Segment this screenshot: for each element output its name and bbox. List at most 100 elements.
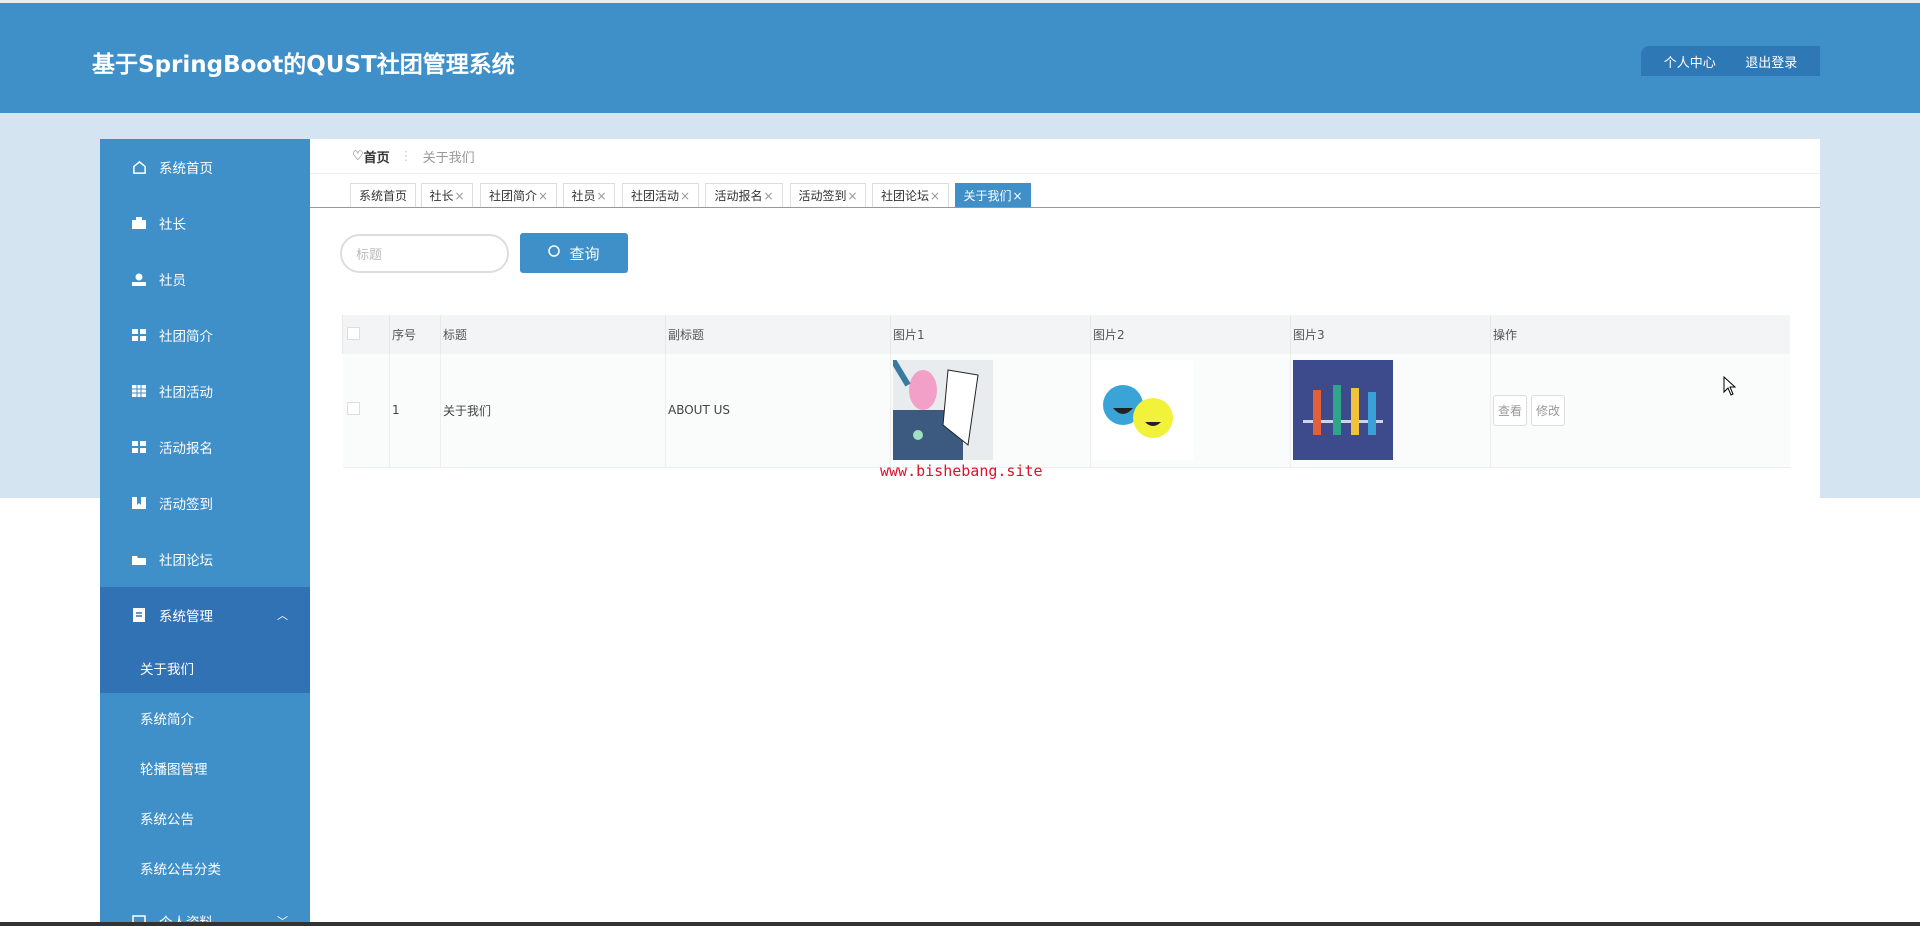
tab-forum[interactable]: 社团论坛× <box>872 183 949 207</box>
column-header: 操作 <box>1491 315 1791 354</box>
team-image <box>1293 360 1393 460</box>
sidebar-item-forum[interactable]: 社团论坛 <box>100 531 310 587</box>
home-icon <box>131 159 147 175</box>
tab-member[interactable]: 社员× <box>563 183 615 207</box>
tab-bar: 系统首页 社长× 社团简介× 社员× 社团活动× 活动报名× 活动签到× 社团论… <box>310 183 1820 208</box>
table-row: 1 关于我们 ABOUT US 查看修改 <box>343 354 1791 467</box>
sidebar-item-president[interactable]: 社长 <box>100 195 310 251</box>
sidebar-item-label: 社长 <box>159 213 186 233</box>
select-all-checkbox[interactable] <box>343 315 390 354</box>
tab-label: 活动报名 <box>714 187 762 204</box>
close-icon[interactable]: × <box>596 189 606 203</box>
tab-label: 系统首页 <box>359 187 407 204</box>
sidebar-item-home[interactable]: 系统首页 <box>100 139 310 195</box>
submenu-notice[interactable]: 系统公告 <box>100 793 310 843</box>
sidebar-item-label: 社员 <box>159 269 186 289</box>
watermark: www.bishebang.site <box>880 462 1043 480</box>
close-icon[interactable]: × <box>847 189 857 203</box>
close-icon[interactable]: × <box>1012 189 1022 203</box>
tab-home[interactable]: 系统首页 <box>350 183 416 207</box>
cell-actions: 查看修改 <box>1491 354 1791 467</box>
illustration-image <box>893 360 993 460</box>
sidebar-item-label: 系统管理 <box>159 605 213 625</box>
submenu-carousel[interactable]: 轮播图管理 <box>100 743 310 793</box>
close-icon[interactable]: × <box>763 189 773 203</box>
breadcrumb-home[interactable]: 首页 <box>364 147 390 166</box>
tab-label: 社团活动 <box>631 187 679 204</box>
grid-icon <box>131 439 147 455</box>
column-header: 图片1 <box>891 315 1091 354</box>
sidebar-item-label: 活动报名 <box>159 437 213 457</box>
close-icon[interactable]: × <box>680 189 690 203</box>
tab-club-activity[interactable]: 社团活动× <box>622 183 699 207</box>
sidebar-item-checkin[interactable]: 活动签到 <box>100 475 310 531</box>
tab-label: 社员 <box>571 187 595 204</box>
cell-index: 1 <box>390 354 441 467</box>
folder-icon <box>131 551 147 567</box>
sidebar: 系统首页 社长 社员 社团简介 社团活动 活动报名 活动签到 社团论坛 系统管理… <box>100 139 310 926</box>
column-header: 副标题 <box>666 315 891 354</box>
logout-link[interactable]: 退出登录 <box>1745 52 1797 71</box>
tab-label: 活动签到 <box>798 187 846 204</box>
close-icon[interactable]: × <box>454 189 464 203</box>
title-search-input[interactable]: 标题 <box>340 234 509 273</box>
tab-club-intro[interactable]: 社团简介× <box>480 183 557 207</box>
briefcase-icon <box>131 215 147 231</box>
chat-bubbles-image <box>1093 360 1193 460</box>
tab-about-us[interactable]: 关于我们× <box>955 183 1031 207</box>
row-checkbox[interactable] <box>343 354 390 467</box>
sidebar-item-signup[interactable]: 活动报名 <box>100 419 310 475</box>
chevron-up-icon: ︿ <box>277 607 288 623</box>
book-icon <box>131 495 147 511</box>
sidebar-item-label: 社团简介 <box>159 325 213 345</box>
sidebar-item-label: 活动签到 <box>159 493 213 513</box>
sidebar-item-club-intro[interactable]: 社团简介 <box>100 307 310 363</box>
sidebar-item-label: 社团论坛 <box>159 549 213 569</box>
user-icon <box>131 271 147 287</box>
cell-image-1 <box>891 354 1091 467</box>
column-header: 序号 <box>390 315 441 354</box>
tab-label: 关于我们 <box>963 187 1011 204</box>
close-icon[interactable]: × <box>538 189 548 203</box>
query-button[interactable]: 查询 <box>520 233 628 273</box>
tab-label: 社团简介 <box>489 187 537 204</box>
sidebar-item-label: 系统首页 <box>159 157 213 177</box>
column-header: 图片2 <box>1091 315 1291 354</box>
breadcrumb: ♡ 首页 ⋮ 关于我们 <box>310 139 1820 174</box>
edit-button[interactable]: 修改 <box>1531 395 1565 426</box>
table-icon <box>131 383 147 399</box>
submenu-about-us[interactable]: 关于我们 <box>100 643 310 693</box>
cell-subtitle: ABOUT US <box>666 354 891 467</box>
cell-image-3 <box>1291 354 1491 467</box>
user-center-link[interactable]: 个人中心 <box>1664 52 1716 71</box>
top-header: 基于SpringBoot的QUST社团管理系统 个人中心 退出登录 <box>0 0 1920 113</box>
app-title: 基于SpringBoot的QUST社团管理系统 <box>92 45 515 79</box>
sidebar-item-member[interactable]: 社员 <box>100 251 310 307</box>
table-header: 序号 标题 副标题 图片1 图片2 图片3 操作 <box>343 315 1791 354</box>
column-header: 图片3 <box>1291 315 1491 354</box>
close-icon[interactable]: × <box>930 189 940 203</box>
grid-icon <box>131 327 147 343</box>
submenu-system-intro[interactable]: 系统简介 <box>100 693 310 743</box>
sidebar-item-system-management[interactable]: 系统管理 ︿ <box>100 587 310 643</box>
breadcrumb-separator: ⋮ <box>400 149 413 164</box>
tab-president[interactable]: 社长× <box>421 183 473 207</box>
breadcrumb-current: 关于我们 <box>423 147 475 166</box>
view-button[interactable]: 查看 <box>1493 395 1527 426</box>
heart-icon: ♡ <box>352 149 364 164</box>
cell-image-2 <box>1091 354 1291 467</box>
submenu-notice-category[interactable]: 系统公告分类 <box>100 843 310 893</box>
user-actions: 个人中心 退出登录 <box>1641 46 1820 76</box>
taskbar <box>0 922 1920 926</box>
tab-label: 社长 <box>429 187 453 204</box>
sidebar-item-label: 社团活动 <box>159 381 213 401</box>
tab-label: 社团论坛 <box>881 187 929 204</box>
tab-signup[interactable]: 活动报名× <box>705 183 783 207</box>
cell-title: 关于我们 <box>441 354 666 467</box>
mouse-cursor-icon <box>1723 376 1737 400</box>
tab-checkin[interactable]: 活动签到× <box>790 183 866 207</box>
search-icon <box>548 244 561 262</box>
sidebar-item-club-activity[interactable]: 社团活动 <box>100 363 310 419</box>
column-header: 标题 <box>441 315 666 354</box>
data-table: 序号 标题 副标题 图片1 图片2 图片3 操作 1 关于我们 ABOUT US… <box>342 315 1790 468</box>
